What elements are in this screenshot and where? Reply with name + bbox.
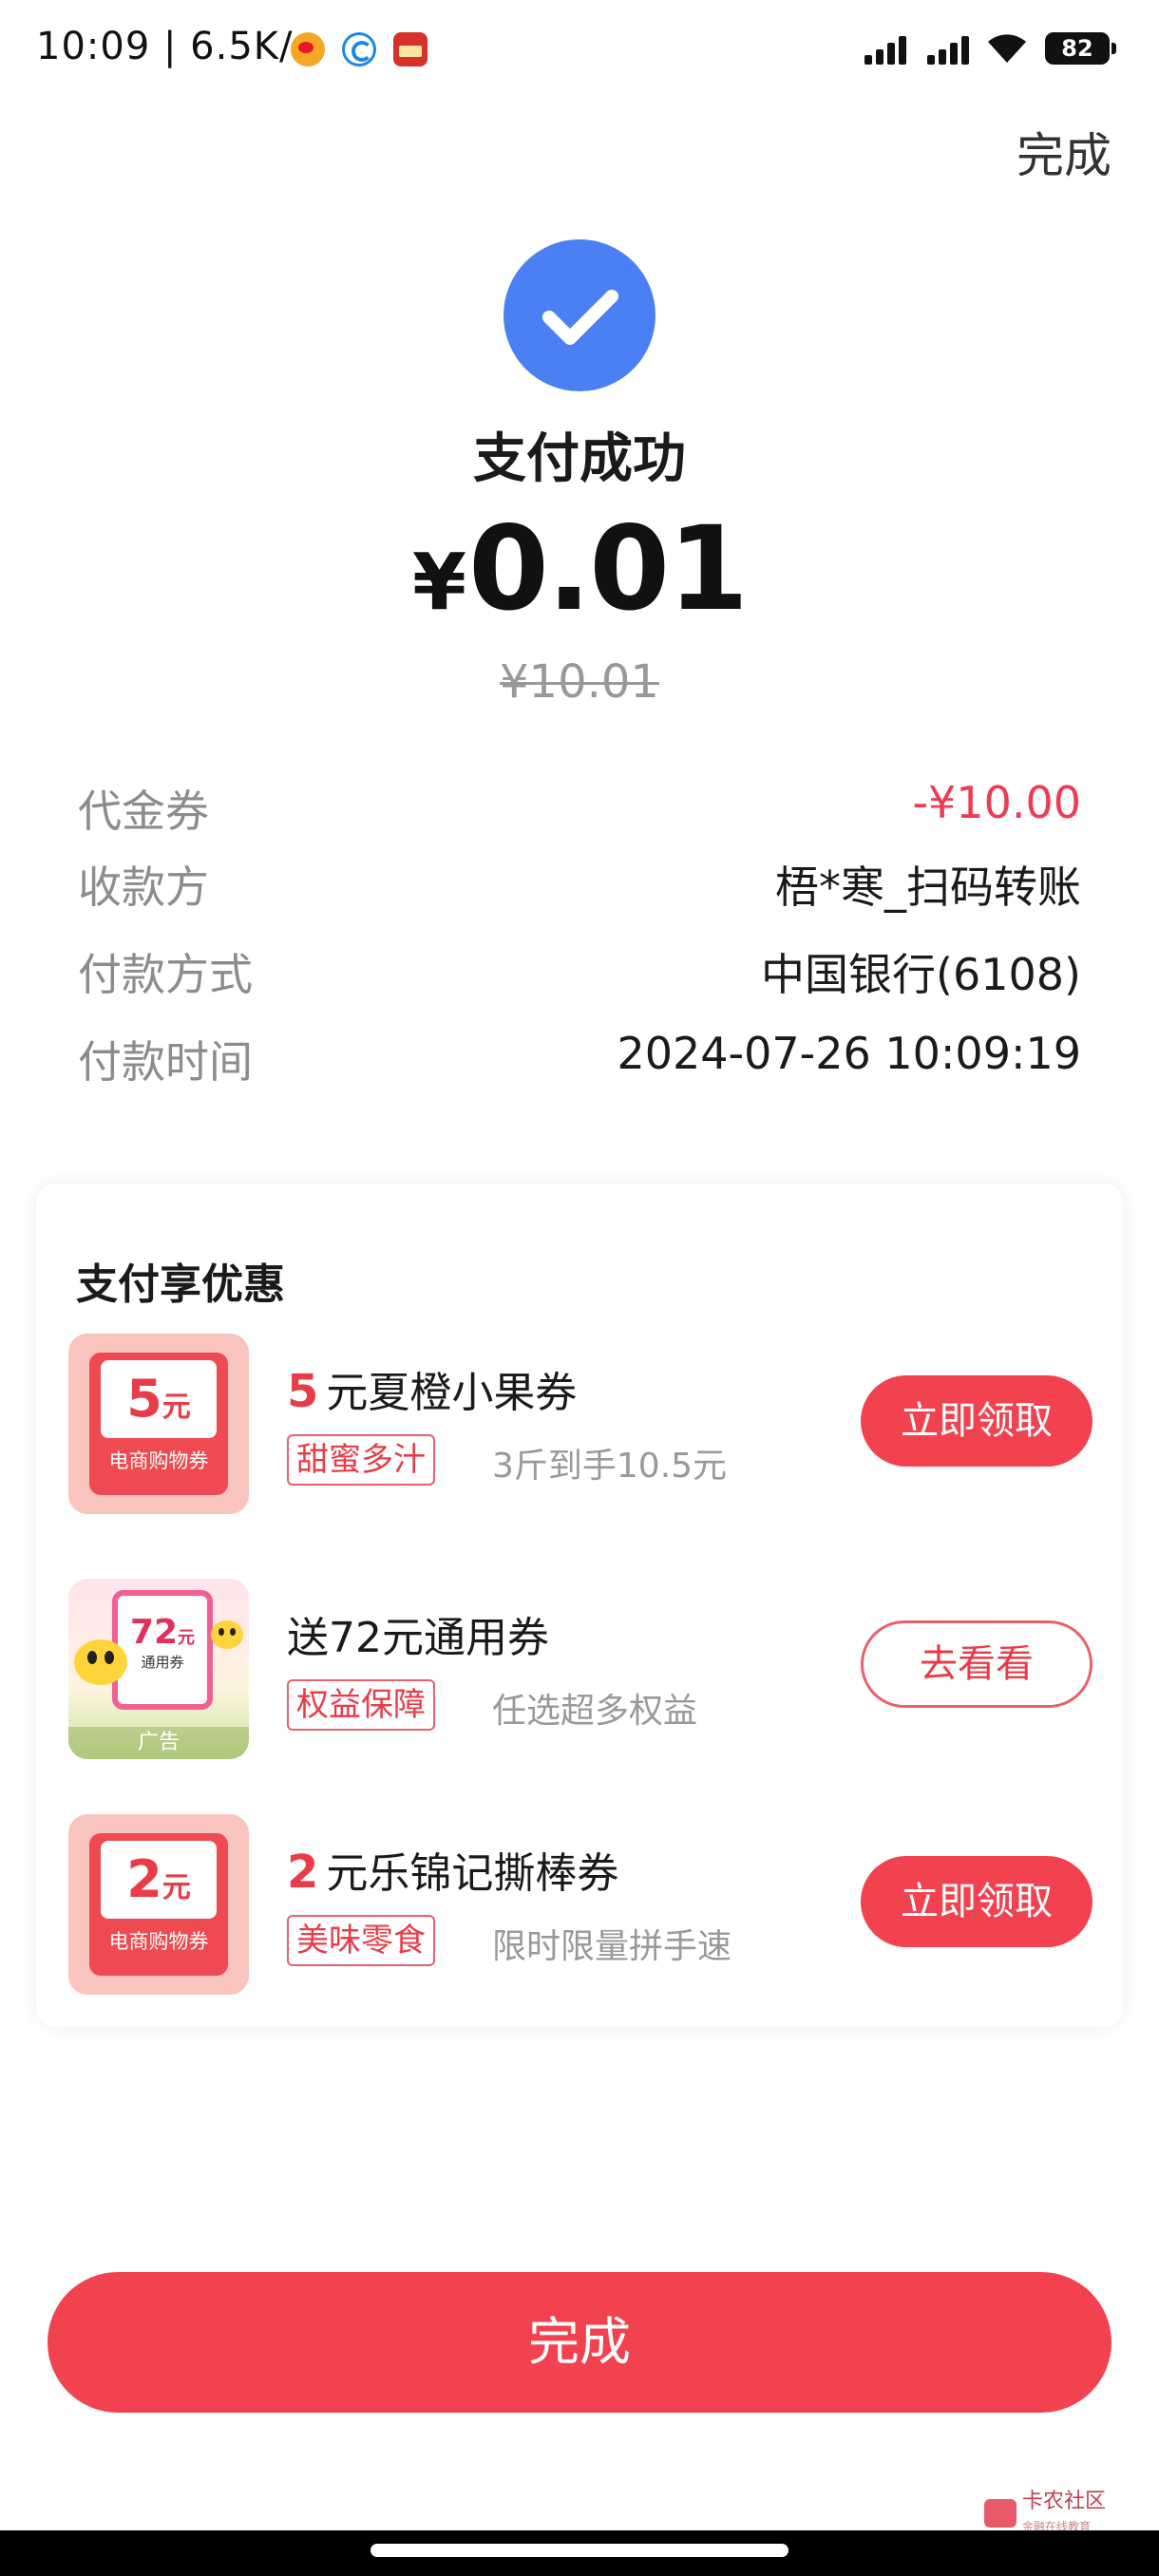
coupon-thumbnail: 5元 电商购物券	[68, 1334, 249, 1514]
detail-value: 中国银行(6108)	[761, 949, 1081, 1000]
coupon-icon: 2元 电商购物券	[89, 1833, 228, 1976]
signal-icon	[927, 36, 969, 65]
payment-status-title: 支付成功	[473, 428, 686, 490]
ad-label: 广告	[68, 1727, 249, 1759]
promo-card: 支付享优惠 5元 电商购物券 5 元夏橙小果券 甜蜜多汁 3斤到手10.5元 立即…	[36, 1184, 1123, 2027]
coupon-value: 2	[126, 1849, 162, 1909]
voucher-card-icon: 72元 通用券	[112, 1590, 213, 1710]
coupon-icon: 5元 电商购物券	[89, 1353, 228, 1495]
offer-desc: 限时限量拼手速	[492, 1927, 732, 1966]
home-indicator[interactable]	[370, 2544, 788, 2557]
coupon-thumbnail: 2元 电商购物券	[68, 1814, 249, 1995]
offer-tag: 甜蜜多汁	[287, 1434, 435, 1486]
telecom-icon	[342, 32, 376, 66]
promo-title: 支付享优惠	[76, 1260, 285, 1309]
offer-title-text: 送72元通用券	[287, 1614, 549, 1662]
detail-label: 收款方	[78, 862, 209, 913]
ad-thumbnail: 72元 通用券 广告	[68, 1579, 249, 1759]
coupon-unit: 元	[162, 1391, 191, 1424]
watermark-text: 卡农社区	[1022, 2490, 1107, 2513]
detail-row-voucher: 代金券 -¥10.00	[78, 777, 1081, 843]
detail-label: 代金券	[78, 786, 209, 837]
offer-item-ad[interactable]: 72元 通用券 广告 送72元通用券 权益保障 任选超多权益 去看看	[66, 1579, 1092, 1759]
check-circle-icon	[504, 239, 656, 391]
watermark-logo-icon	[984, 2499, 1016, 2529]
coupon-label: 电商购物券	[108, 1449, 209, 1472]
done-button[interactable]: 完成	[48, 2272, 1112, 2413]
detail-label: 付款方式	[78, 949, 253, 1000]
battery-icon: 82	[1045, 32, 1116, 65]
ad-coupon-value: 72	[129, 1613, 179, 1652]
claim-button[interactable]: 立即领取	[861, 1375, 1092, 1467]
detail-value: 梧*寒_扫码转账	[775, 862, 1081, 913]
offer-tag: 美味零食	[287, 1915, 435, 1966]
payment-amount: ¥0.01	[0, 502, 1159, 636]
offer-title-text: 元夏橙小果券	[326, 1369, 578, 1417]
currency-symbol: ¥	[411, 538, 466, 628]
offer-tag: 权益保障	[287, 1679, 435, 1731]
detail-row-payment-time: 付款时间 2024-07-26 10:09:19	[78, 1028, 1081, 1094]
coupon-value: 5	[126, 1369, 162, 1429]
wifi-icon	[988, 34, 1026, 63]
weibo-icon	[291, 32, 325, 66]
header-done-button[interactable]: 完成	[1016, 118, 1112, 186]
offer-desc: 3斤到手10.5元	[492, 1447, 728, 1486]
view-button[interactable]: 去看看	[861, 1620, 1092, 1708]
coupon-label: 电商购物券	[108, 1930, 209, 1953]
offer-title: 5 元夏橙小果券	[287, 1358, 577, 1419]
offer-item[interactable]: 2元 电商购物券 2 元乐锦记撕棒券 美味零食 限时限量拼手速 立即领取	[66, 1814, 1092, 1995]
detail-value: 2024-07-26 10:09:19	[617, 1028, 1081, 1079]
offer-desc: 任选超多权益	[492, 1692, 698, 1731]
status-time: 10:09 | 6.5K/s	[36, 25, 314, 68]
detail-value: -¥10.00	[912, 777, 1081, 828]
amount-value: 0.01	[468, 502, 749, 636]
battery-level: 82	[1061, 35, 1093, 62]
offer-title: 送72元通用券	[287, 1603, 549, 1664]
detail-row-payment-method: 付款方式 中国银行(6108)	[78, 940, 1081, 1007]
ad-coupon-sub: 通用券	[141, 1654, 184, 1671]
coupon-unit: 元	[162, 1871, 191, 1904]
detail-row-payee: 收款方 梧*寒_扫码转账	[78, 853, 1081, 919]
ad-coupon-unit: 元	[178, 1628, 196, 1648]
original-amount: ¥10.01	[500, 655, 659, 709]
app-icon	[393, 32, 428, 66]
status-bar: 10:09 | 6.5K/s 82	[0, 0, 1159, 99]
offer-title-text: 元乐锦记撕棒券	[326, 1849, 619, 1898]
offer-title-number: 5	[287, 1365, 319, 1418]
mascot-icon	[74, 1639, 127, 1685]
offer-item[interactable]: 5元 电商购物券 5 元夏橙小果券 甜蜜多汁 3斤到手10.5元 立即领取	[66, 1334, 1092, 1514]
claim-button[interactable]: 立即领取	[861, 1856, 1092, 1947]
offer-title-number: 2	[287, 1846, 319, 1899]
signal-icon	[864, 36, 906, 65]
mascot-icon	[211, 1620, 243, 1649]
detail-label: 付款时间	[78, 1036, 253, 1088]
offer-title: 2 元乐锦记撕棒券	[287, 1839, 618, 1900]
